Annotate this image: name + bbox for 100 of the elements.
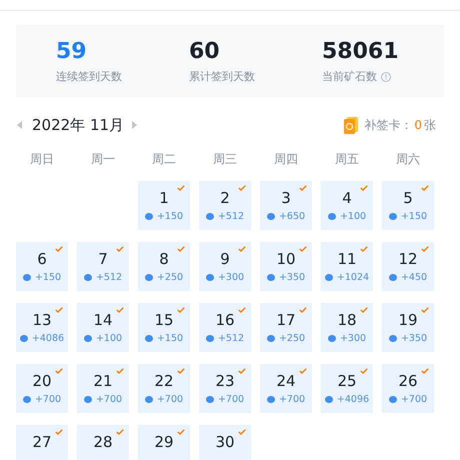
check-icon	[421, 185, 429, 191]
day-cell[interactable]: 14 +100	[77, 303, 129, 352]
day-number: 23	[215, 371, 235, 391]
day-cell[interactable]: 7 +512	[77, 242, 129, 291]
day-cell[interactable]: 21 +700	[77, 364, 129, 413]
check-icon	[55, 307, 63, 313]
ore-icon	[84, 335, 92, 342]
day-cell[interactable]: 10 +350	[260, 242, 312, 291]
check-icon	[360, 307, 368, 313]
check-icon	[116, 307, 124, 313]
day-cell[interactable]: 3 +650	[260, 181, 312, 230]
day-cell[interactable]: 18 +300	[321, 303, 373, 352]
ore-icon	[324, 274, 333, 281]
ore-reward: +150	[34, 272, 62, 283]
ore-icon	[266, 396, 275, 403]
day-cell[interactable]: 1 +150	[138, 181, 190, 230]
day-cell[interactable]: 11 +1024	[321, 242, 373, 291]
ore-icon	[20, 335, 28, 342]
check-icon	[177, 185, 185, 191]
ore-icon	[388, 335, 397, 342]
ore-reward: +100	[96, 333, 122, 344]
ore-reward: +150	[156, 333, 184, 344]
ore-reward: +700	[34, 394, 62, 405]
day-cell[interactable]: 13 +4086	[16, 303, 68, 352]
ore-reward: +100	[340, 211, 366, 222]
ore-icon	[84, 396, 92, 403]
ore-icon	[328, 335, 336, 342]
weekday-label: 周五	[334, 151, 360, 168]
ore-icon	[388, 274, 397, 281]
check-icon	[299, 307, 307, 313]
day-cell[interactable]: 22 +700	[138, 364, 190, 413]
weekday-label: 周三	[212, 151, 238, 168]
day-number: 8	[159, 249, 169, 269]
ore-reward: +700	[278, 394, 306, 405]
ore-reward: +250	[156, 272, 184, 283]
day-number: 16	[215, 310, 235, 330]
check-icon	[421, 368, 429, 374]
day-number: 20	[32, 371, 52, 391]
ore-icon	[388, 396, 397, 403]
check-icon	[116, 429, 124, 435]
day-cell[interactable]: 5 +150	[382, 181, 434, 230]
ore-icon	[388, 213, 397, 220]
day-cell[interactable]: 12 +450	[382, 242, 434, 291]
day-cell[interactable]: 24 +700	[260, 364, 312, 413]
check-icon	[177, 246, 185, 252]
day-cell[interactable]: 27	[16, 425, 68, 460]
day-number: 7	[98, 249, 108, 269]
day-cell[interactable]: 26 +700	[382, 364, 434, 413]
card-icon	[344, 116, 358, 134]
ore-reward: +250	[278, 333, 306, 344]
day-number: 24	[276, 371, 296, 391]
day-cell[interactable]: 16 +512	[199, 303, 251, 352]
ore-reward: +300	[218, 272, 244, 283]
day-cell[interactable]: 28	[77, 425, 129, 460]
day-cell[interactable]: 15 +150	[138, 303, 190, 352]
ore-reward: +700	[400, 394, 428, 405]
ore-reward: +700	[156, 394, 184, 405]
check-icon	[177, 368, 185, 374]
day-number: 30	[215, 432, 235, 452]
day-cell[interactable]: 29	[138, 425, 190, 460]
day-number: 19	[398, 310, 418, 330]
ore-icon	[206, 396, 214, 403]
makeup-card-label: 补签卡：	[364, 116, 412, 134]
previous-month-button[interactable]	[16, 120, 24, 130]
day-number: 26	[398, 371, 418, 391]
ore-icon	[144, 335, 153, 342]
ore-icon	[206, 274, 214, 281]
day-cell[interactable]: 4 +100	[321, 181, 373, 230]
stat-label: 累计签到天数	[189, 69, 255, 84]
weekday-label: 周四	[273, 151, 299, 168]
ore-reward: +4086	[32, 333, 64, 344]
day-number: 25	[337, 371, 357, 391]
day-cell[interactable]: 25 +4096	[321, 364, 373, 413]
day-number: 6	[37, 249, 47, 269]
ore-reward: +512	[96, 272, 122, 283]
check-icon	[55, 246, 63, 252]
day-cell[interactable]: 6 +150	[16, 242, 68, 291]
stat-value: 60	[189, 38, 221, 66]
day-cell[interactable]: 19 +350	[382, 303, 434, 352]
info-icon[interactable]	[381, 72, 391, 82]
day-cell[interactable]: 20 +700	[16, 364, 68, 413]
day-number: 1	[159, 188, 169, 208]
day-cell[interactable]: 17 +250	[260, 303, 312, 352]
weekday-label: 周二	[151, 151, 177, 168]
ore-reward: +300	[340, 333, 366, 344]
ore-icon	[328, 213, 336, 220]
check-icon	[360, 185, 368, 191]
day-cell[interactable]: 9 +300	[199, 242, 251, 291]
day-number: 27	[32, 432, 52, 452]
day-cell[interactable]: 30	[199, 425, 251, 460]
day-cell[interactable]: 8 +250	[138, 242, 190, 291]
ore-reward: +350	[278, 272, 306, 283]
day-cell[interactable]: 2 +512	[199, 181, 251, 230]
weekday-label: 周日	[29, 151, 55, 168]
ore-reward: +1024	[336, 272, 370, 283]
check-icon	[177, 307, 185, 313]
check-icon	[238, 246, 246, 252]
stat-value: 58061	[322, 38, 400, 66]
day-cell[interactable]: 23 +700	[199, 364, 251, 413]
day-number: 4	[342, 188, 352, 208]
